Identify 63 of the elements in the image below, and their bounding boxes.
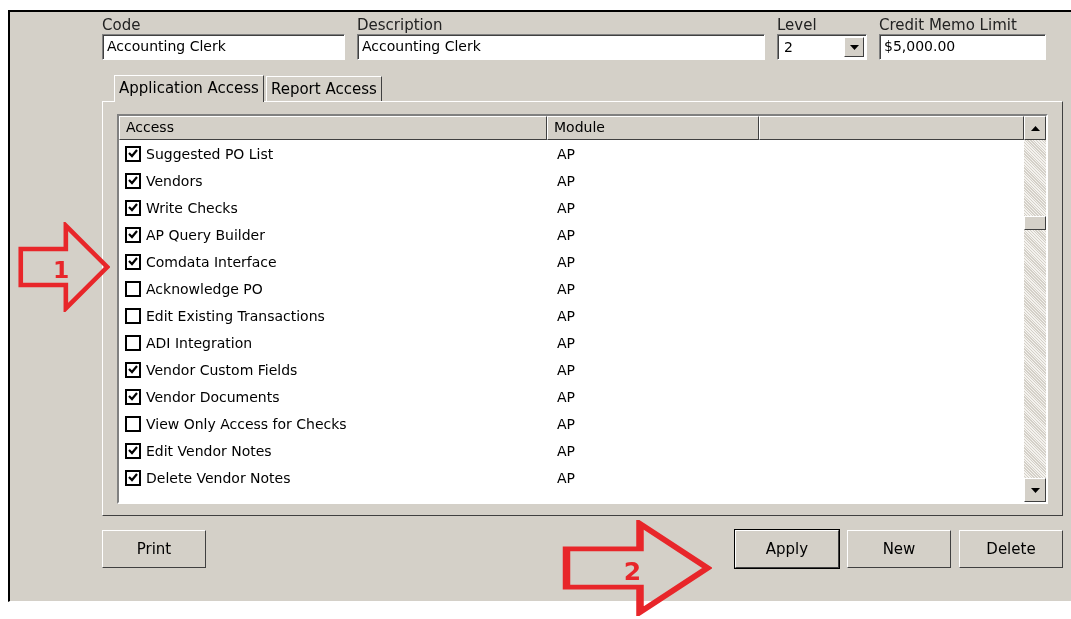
scroll-down-icon xyxy=(1030,487,1040,493)
tab[interactable]: Report Access xyxy=(265,76,382,101)
checkbox[interactable] xyxy=(125,442,141,459)
code-field[interactable]: Accounting Clerk xyxy=(102,34,345,60)
module-cell-text: AP xyxy=(556,388,576,405)
access-label: AP Query Builder xyxy=(146,226,265,243)
access-label: Comdata Interface xyxy=(146,253,277,270)
module-cell-text: AP xyxy=(556,307,576,324)
checkbox[interactable] xyxy=(125,199,141,216)
module-cell-text: AP xyxy=(556,172,576,189)
module-cell-text: AP xyxy=(556,469,576,486)
checkbox[interactable] xyxy=(125,388,141,405)
module-cell-text: AP xyxy=(556,280,576,297)
checkbox[interactable] xyxy=(125,307,141,324)
module-cell-text: AP xyxy=(556,415,576,432)
credit-memo-limit-field[interactable]: $5,000.00 xyxy=(879,34,1046,60)
scrollbar[interactable] xyxy=(1024,116,1046,502)
dropdown-arrow-icon xyxy=(849,44,859,50)
access-label: Acknowledge PO xyxy=(146,280,263,297)
access-label: Vendor Custom Fields xyxy=(146,361,298,378)
access-label: Vendor Documents xyxy=(146,388,280,405)
action-button[interactable]: Apply xyxy=(735,530,839,568)
checkbox[interactable] xyxy=(125,172,141,189)
access-label: ADI Integration xyxy=(146,334,253,351)
checkbox[interactable] xyxy=(125,226,141,243)
access-label: Suggested PO List xyxy=(146,145,274,162)
tab[interactable]: Application Access xyxy=(114,75,264,102)
module-cell-text: AP xyxy=(556,253,576,270)
level-dropdown[interactable]: 2 xyxy=(777,34,867,60)
checkbox[interactable] xyxy=(125,469,141,486)
column-header[interactable]: Module xyxy=(547,116,759,140)
level-label: Level xyxy=(777,16,818,34)
module-cell-text: AP xyxy=(556,145,576,162)
access-label: Vendors xyxy=(146,172,203,189)
code-label: Code xyxy=(102,16,142,34)
access-label: Write Checks xyxy=(146,199,238,216)
module-cell-text: AP xyxy=(556,442,576,459)
annotation-arrow: 2 xyxy=(562,520,712,616)
access-label: Edit Vendor Notes xyxy=(146,442,272,459)
scroll-up-icon xyxy=(1030,125,1040,131)
checkbox[interactable] xyxy=(125,280,141,297)
checkbox[interactable] xyxy=(125,334,141,351)
column-header[interactable]: Access xyxy=(119,116,547,140)
checkbox[interactable] xyxy=(125,361,141,378)
print-button[interactable]: Print xyxy=(102,530,206,568)
description-label: Description xyxy=(357,16,444,34)
module-cell-text: AP xyxy=(556,361,576,378)
access-label: View Only Access for Checks xyxy=(146,415,347,432)
checkbox[interactable] xyxy=(125,145,141,162)
module-cell-text: AP xyxy=(556,334,576,351)
access-label: Delete Vendor Notes xyxy=(146,469,291,486)
scroll-thumb[interactable] xyxy=(1024,216,1046,230)
annotation-arrow: 1 xyxy=(18,222,110,312)
module-cell-text: AP xyxy=(556,199,576,216)
credit-memo-limit-label: Credit Memo Limit xyxy=(879,16,1018,34)
checkbox[interactable] xyxy=(125,415,141,432)
action-button[interactable]: New xyxy=(847,530,951,568)
checkbox[interactable] xyxy=(125,253,141,270)
access-label: Edit Existing Transactions xyxy=(146,307,325,324)
action-button[interactable]: Delete xyxy=(959,530,1063,568)
module-cell-text: AP xyxy=(556,226,576,243)
description-field[interactable]: Accounting Clerk xyxy=(357,34,765,60)
column-header[interactable] xyxy=(759,116,1024,140)
